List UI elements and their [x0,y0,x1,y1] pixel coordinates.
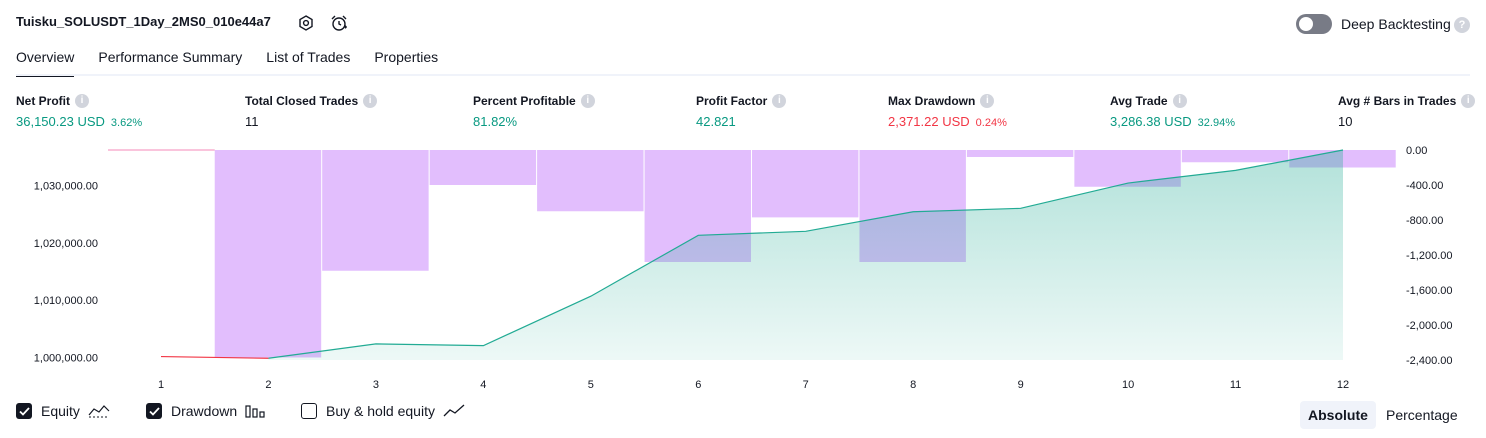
metric-label: Profit Factor [696,94,768,108]
bars-icon [245,405,265,418]
x-axis-tick: 5 [588,379,594,391]
metric-label: Avg Trade [1110,94,1168,108]
drawdown-bar [322,150,429,271]
drawdown-bar [966,150,1074,157]
drawdown-bar [752,150,859,218]
x-axis-tick: 2 [265,379,271,391]
drawdown-bar [429,150,537,185]
legend-drawdown[interactable]: Drawdown [146,403,265,419]
metric-label: Percent Profitable [473,94,576,108]
tab-performance-summary[interactable]: Performance Summary [98,44,242,74]
x-axis-tick: 4 [480,379,486,391]
legend-equity[interactable]: Equity [16,403,110,419]
left-axis-tick: 1,020,000.00 [34,238,98,250]
metric-percent-profitable: Percent Profitable i 81.82% [473,94,595,129]
metric-value: 2,371.22 USD [888,114,970,129]
info-icon[interactable]: i [980,94,995,108]
metric-label: Net Profit [16,94,70,108]
percentage-button[interactable]: Percentage [1378,401,1466,429]
x-axis-tick: 12 [1337,379,1349,391]
metric-max-drawdown: Max Drawdown i 2,371.22 USD 0.24% [888,94,1007,129]
info-icon[interactable]: i [1172,94,1187,108]
toggle-knob [1299,17,1313,31]
x-axis-tick: 11 [1230,379,1241,391]
metric-percent: 0.24% [975,117,1007,129]
right-axis-tick: -1,600.00 [1406,285,1452,297]
metric-label: Max Drawdown [888,94,976,108]
area-icon [88,405,110,418]
line-icon [443,404,465,417]
left-axis-tick: 1,010,000.00 [34,295,98,307]
info-icon[interactable]: i [580,94,595,108]
metric-value: 81.82% [473,114,518,129]
settings-icon[interactable] [296,13,316,33]
metric-avg-trade: Avg Trade i 3,286.38 USD 32.94% [1110,94,1235,129]
tab-divider [16,74,1470,76]
left-axis-tick: 1,030,000.00 [34,180,98,192]
tab-bar: Overview Performance Summary List of Tra… [16,44,462,77]
metric-profit-factor: Profit Factor i 42.821 [696,94,787,129]
x-axis-tick: 10 [1122,379,1134,391]
metric-net-profit: Net Profit i 36,150.23 USD 3.62% [16,94,142,129]
metric-percent: 3.62% [110,117,143,129]
legend-label: Equity [41,403,80,419]
metric-label: Total Closed Trades [245,94,359,108]
legend-label: Buy & hold equity [326,403,435,419]
strategy-title: Tuisku_SOLUSDT_1Day_2MS0_010e44a7 [16,14,271,29]
right-axis-tick: -400.00 [1406,180,1443,192]
drawdown-bar [1181,150,1289,163]
right-axis-tick: -2,000.00 [1406,320,1452,332]
deep-backtesting-label: Deep Backtesting [1341,16,1451,32]
x-axis-tick: 3 [373,379,379,391]
tab-overview[interactable]: Overview [16,44,75,77]
help-icon[interactable]: ? [1454,17,1470,33]
legend-label: Drawdown [171,403,238,419]
x-axis-tick: 7 [803,379,809,391]
deep-backtesting-toggle[interactable] [1296,14,1332,34]
legend-buy-hold[interactable]: Buy & hold equity [301,403,465,419]
metric-total-closed-trades: Total Closed Trades i 11 [245,94,378,129]
metric-value: 36,150.23 USD [16,114,105,129]
info-icon[interactable]: i [772,94,787,108]
x-axis-tick: 1 [158,379,164,391]
right-axis-tick: 0.00 [1406,145,1427,157]
right-axis-tick: -2,400.00 [1406,355,1452,367]
checkbox-buy-hold[interactable] [301,403,317,419]
info-icon[interactable]: i [75,94,89,108]
drawdown-bar [214,150,322,358]
right-axis-tick: -1,200.00 [1406,250,1452,262]
x-axis-tick: 6 [695,379,701,391]
metric-percent: 32.94% [1197,117,1235,129]
absolute-button[interactable]: Absolute [1300,401,1376,429]
checkbox-equity[interactable] [16,403,32,419]
metric-value: 3,286.38 USD [1110,114,1192,129]
info-icon[interactable]: i [363,94,378,108]
metric-value: 42.821 [696,114,736,129]
x-axis-tick: 8 [910,379,916,391]
x-axis-tick: 9 [1018,379,1024,391]
left-axis-tick: 1,000,000.00 [34,353,98,365]
alarm-clock-icon[interactable] [329,13,349,33]
metric-avg-bars: Avg # Bars in Trades i 10 [1338,94,1476,129]
info-icon[interactable]: i [1461,94,1476,108]
metric-value: 10 [1338,114,1353,129]
checkbox-drawdown[interactable] [146,403,162,419]
tab-list-of-trades[interactable]: List of Trades [266,44,350,74]
drawdown-bar [537,150,644,212]
metric-value: 11 [245,114,259,129]
equity-drawdown-chart[interactable]: 1,000,000.00 1,010,000.00 1,020,000.00 1,03… [0,140,1486,395]
right-axis-tick: -800.00 [1406,215,1443,227]
tab-properties[interactable]: Properties [374,44,438,74]
metric-label: Avg # Bars in Trades [1338,94,1457,108]
